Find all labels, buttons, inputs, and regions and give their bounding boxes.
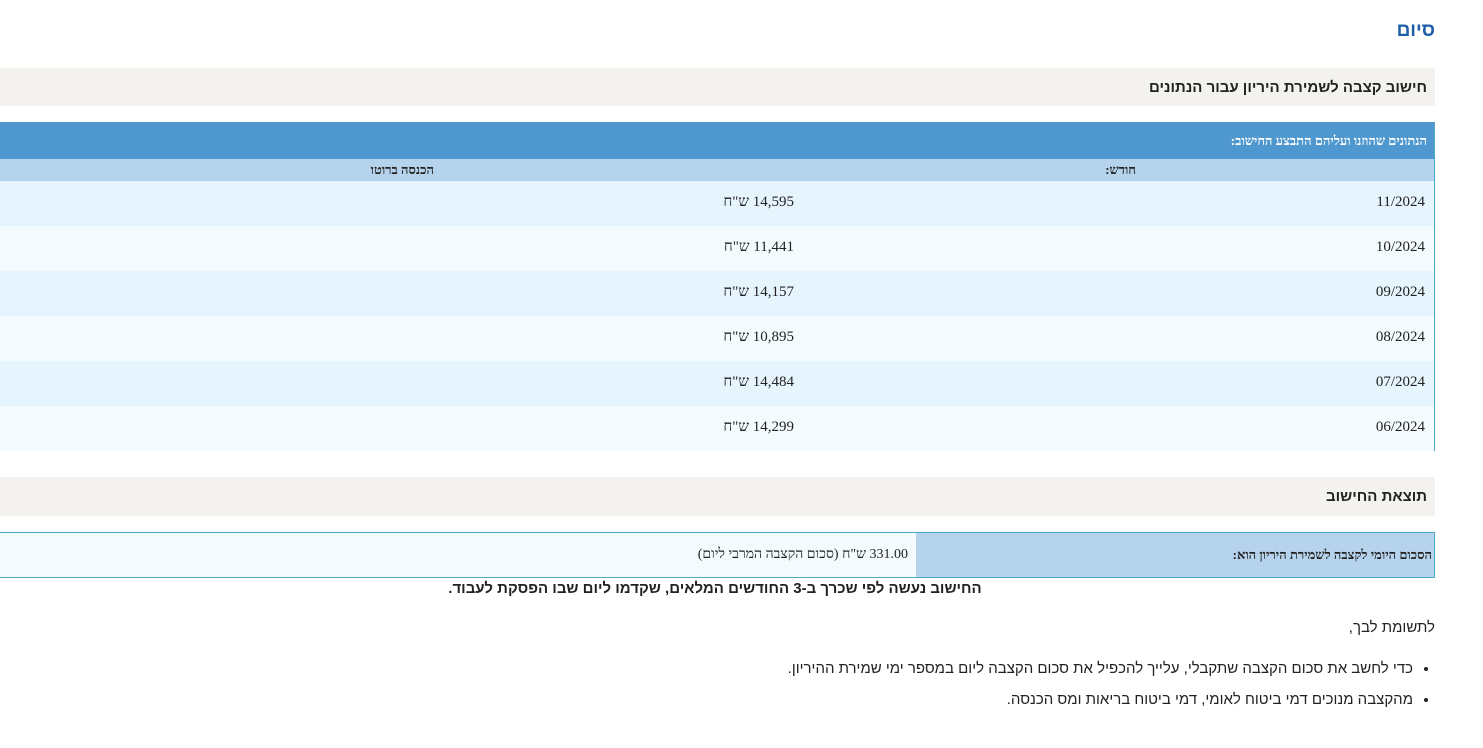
table-title: הנתונים שהוזנו ועליהם התבצע החישוב:	[0, 122, 1434, 159]
list-item: כדי לחשב את סכום הקצבה שתקבלי, עלייך להכ…	[788, 660, 1413, 678]
list-item: מהקצבה מנוכים דמי ביטוח לאומי, דמי ביטוח…	[788, 691, 1413, 709]
month-cell: 06/2024	[1375, 419, 1425, 435]
income-cell: 10,895 ש"ח	[723, 329, 794, 345]
calc-section-header: חישוב קצבה לשמירת היריון עבור הנתונים	[0, 68, 1435, 106]
income-cell: 14,595 ש"ח	[723, 194, 794, 210]
result-box: הסכום היומי לקצבה לשמירת היריון הוא: 331…	[0, 532, 1435, 578]
month-cell: 10/2024	[1375, 239, 1425, 255]
column-header-month: חודש:	[1105, 162, 1136, 177]
daily-amount-value: 331.00 ש"ח (סכום הקצבה המרבי ליום)	[697, 547, 908, 562]
column-header-income: הכנסה ברוטו	[370, 162, 434, 177]
table-header-row: חודש: הכנסה ברוטו	[0, 159, 1434, 181]
calculation-basis-note: החישוב נעשה לפי שכרך ב-3 החודשים המלאים,…	[448, 580, 982, 597]
result-value: 331.00 ש"ח (סכום הקצבה המרבי ליום)	[0, 533, 916, 577]
month-cell: 08/2024	[1375, 329, 1425, 345]
attention-intro: לתשומת לבך,	[1348, 619, 1435, 636]
table-row: 08/2024 10,895 ש"ח	[0, 316, 1434, 361]
table-row: 06/2024 14,299 ש"ח	[0, 406, 1434, 451]
income-cell: 14,157 ש"ח	[723, 284, 794, 300]
table-row: 09/2024 14,157 ש"ח	[0, 271, 1434, 316]
table-row: 07/2024 14,484 ש"ח	[0, 361, 1434, 406]
month-cell: 09/2024	[1375, 284, 1425, 300]
table-row: 11/2024 14,595 ש"ח	[0, 181, 1434, 226]
month-cell: 07/2024	[1375, 374, 1425, 390]
income-cell: 14,484 ש"ח	[723, 374, 794, 390]
income-cell: 11,441 ש"ח	[723, 239, 794, 255]
table-row: 10/2024 11,441 ש"ח	[0, 226, 1434, 271]
result-label: הסכום היומי לקצבה לשמירת היריון הוא:	[916, 533, 1434, 577]
page: סיום חישוב קצבה לשמירת היריון עבור הנתונ…	[0, 0, 1483, 748]
result-section-title: תוצאת החישוב	[1326, 488, 1427, 505]
result-label-text: הסכום היומי לקצבה לשמירת היריון הוא:	[1232, 547, 1432, 562]
month-cell: 11/2024	[1376, 194, 1425, 210]
table-title-text: הנתונים שהוזנו ועליהם התבצע החישוב:	[1230, 132, 1427, 148]
notes-list: כדי לחשב את סכום הקצבה שתקבלי, עלייך להכ…	[788, 660, 1435, 722]
income-cell: 14,299 ש"ח	[723, 419, 794, 435]
result-section-header: תוצאת החישוב	[0, 477, 1435, 516]
finish-link[interactable]: סיום	[1397, 20, 1435, 42]
calc-section-title: חישוב קצבה לשמירת היריון עבור הנתונים	[1149, 78, 1427, 96]
income-data-table: הנתונים שהוזנו ועליהם התבצע החישוב: חודש…	[0, 122, 1435, 451]
